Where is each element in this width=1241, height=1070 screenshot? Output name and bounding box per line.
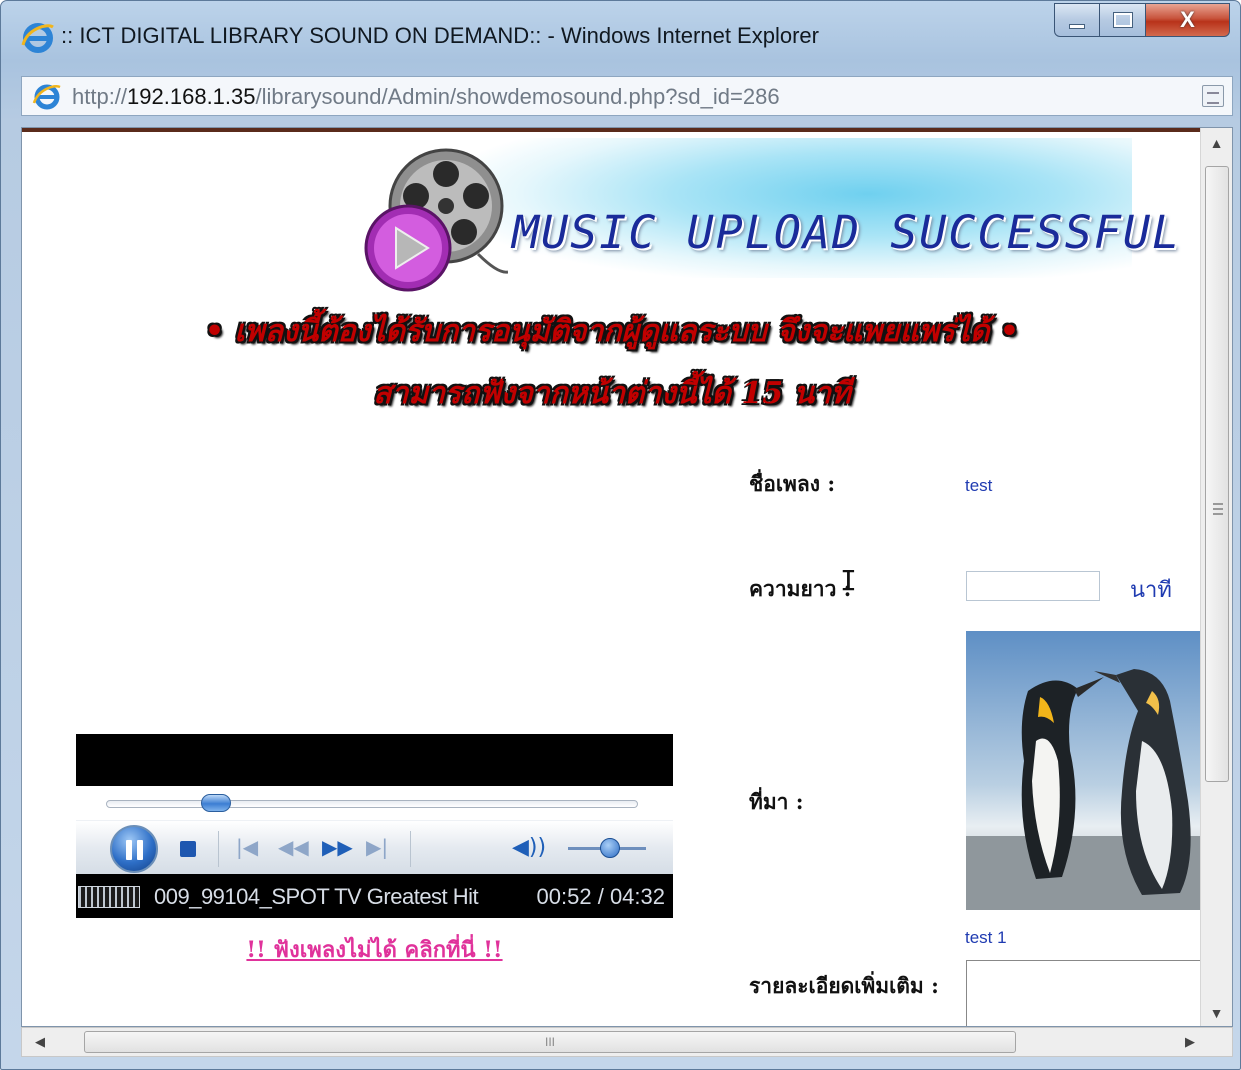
banner-title: MUSIC UPLOAD SUCCESSFUL — [512, 206, 1182, 259]
vertical-scrollbar[interactable]: ▲ ▼ — [1200, 128, 1232, 1026]
previous-icon[interactable]: |◀ — [236, 835, 258, 859]
volume-icon[interactable]: ◀)) — [512, 835, 546, 860]
source-label: ที่มา : — [749, 789, 804, 814]
close-button[interactable]: X — [1146, 3, 1230, 37]
ie-logo-icon — [21, 23, 54, 53]
url-prefix: http:// — [72, 84, 128, 109]
seek-thumb[interactable] — [201, 794, 232, 812]
scroll-down-icon[interactable]: ▼ — [1201, 998, 1232, 1026]
cant-play-link[interactable]: !! ฟังเพลงไม่ได้ คลิกที่นี่ !! — [76, 932, 673, 967]
stop-icon[interactable] — [180, 841, 196, 857]
close-icon: X — [1180, 7, 1195, 32]
scroll-right-icon[interactable]: ▶ — [1176, 1028, 1204, 1056]
player-status: 009_99104_SPOT TV Greatest Hit 00:52 / 0… — [76, 874, 673, 918]
fast-forward-icon[interactable]: ▶▶ — [322, 835, 353, 859]
more-details-input[interactable] — [966, 960, 1206, 1026]
rewind-icon[interactable]: ◀◀ — [278, 835, 309, 859]
source-image — [966, 631, 1202, 910]
vertical-scroll-thumb[interactable] — [1205, 166, 1229, 782]
song-name-label: ชื่อเพลง : — [749, 471, 836, 496]
minimize-button[interactable] — [1054, 3, 1100, 37]
ie-page-icon — [32, 84, 61, 110]
video-area — [76, 734, 673, 786]
media-player: |◀ ◀◀ ▶▶ ▶| ◀)) 009_99104_SPOT TV Greate… — [76, 734, 673, 918]
player-controls: |◀ ◀◀ ▶▶ ▶| ◀)) — [76, 820, 673, 874]
scroll-left-icon[interactable]: ◀ — [26, 1028, 54, 1056]
maximize-button[interactable] — [1100, 3, 1146, 37]
text-cursor: I — [840, 564, 857, 597]
volume-slider[interactable] — [599, 838, 620, 858]
next-icon[interactable]: ▶| — [366, 835, 388, 859]
length-label: ความยาว : — [749, 576, 852, 601]
approval-notice: • เพลงนี้ต้องได้รับการอนุมัติจากผู้ดูแลร… — [204, 314, 1020, 349]
horizontal-scrollbar[interactable]: ◀ III ▶ — [21, 1027, 1233, 1057]
url-path: /librarysound/Admin/showdemosound.php?sd… — [255, 84, 780, 109]
top-divider — [22, 128, 1202, 132]
seek-track[interactable] — [106, 800, 638, 808]
browser-window: :: ICT DIGITAL LIBRARY SOUND ON DEMAND::… — [0, 0, 1241, 1070]
level-meter — [78, 886, 140, 908]
compat-view-icon[interactable] — [1202, 85, 1224, 107]
listen-time-notice: สามารถฟังจากหน้าต่างนี้ได้ 15 นาที — [373, 376, 851, 411]
source-caption: test 1 — [965, 928, 1007, 947]
horizontal-scroll-thumb[interactable]: III — [84, 1031, 1016, 1053]
url-text[interactable]: http://192.168.1.35/librarysound/Admin/s… — [72, 84, 780, 110]
penguins-image — [966, 631, 1202, 910]
minimize-icon — [1069, 23, 1085, 29]
upload-banner: MUSIC UPLOAD SUCCESSFUL — [352, 138, 1179, 292]
track-time: 00:52 / 04:32 — [536, 884, 665, 909]
seek-bar[interactable] — [76, 786, 673, 820]
scroll-up-icon[interactable]: ▲ — [1201, 128, 1232, 158]
film-reel-icon — [364, 148, 508, 292]
grip-icon — [1213, 503, 1223, 515]
song-name-value: test — [965, 476, 993, 495]
track-title: 009_99104_SPOT TV Greatest Hit — [154, 884, 479, 909]
page-viewport: MUSIC UPLOAD SUCCESSFUL • เพลงนี้ต้องได้… — [21, 127, 1233, 1027]
length-unit: นาที — [1130, 578, 1172, 603]
caption-buttons: X — [1054, 3, 1230, 37]
more-details-label: รายละเอียดเพิ่มเติม : — [749, 973, 939, 998]
maximize-icon — [1112, 12, 1133, 28]
title-bar[interactable]: :: ICT DIGITAL LIBRARY SOUND ON DEMAND::… — [1, 1, 1240, 77]
length-input[interactable] — [966, 571, 1100, 601]
controls-separator — [410, 831, 411, 867]
window-title: :: ICT DIGITAL LIBRARY SOUND ON DEMAND::… — [61, 23, 819, 48]
play-pause-icon[interactable] — [110, 825, 158, 873]
url-host: 192.168.1.35 — [127, 84, 256, 109]
controls-separator — [218, 831, 219, 867]
address-bar[interactable]: http://192.168.1.35/librarysound/Admin/s… — [21, 76, 1233, 116]
